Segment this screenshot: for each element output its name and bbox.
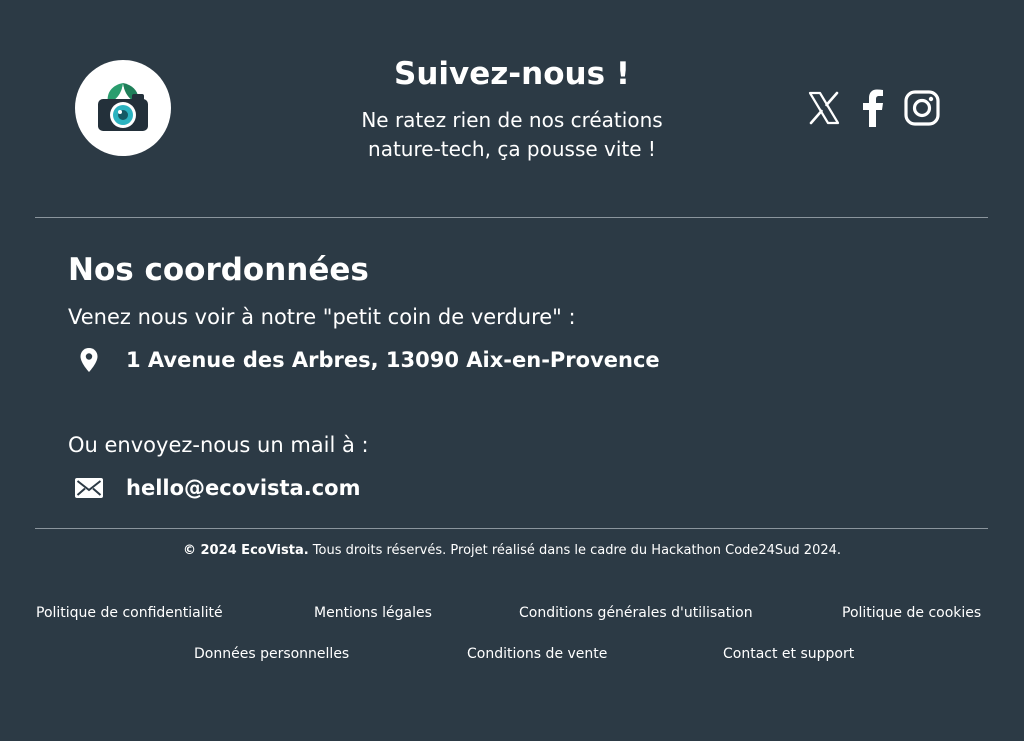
follow-section: Suivez-nous ! Ne ratez rien de nos créat…	[292, 52, 732, 164]
x-twitter-icon[interactable]	[804, 88, 844, 128]
logo-graphic	[98, 83, 148, 131]
link-contact-support[interactable]: Contact et support	[723, 644, 854, 664]
address-row: 1 Avenue des Arbres, 13090 Aix-en-Proven…	[74, 345, 660, 375]
email-row: hello@ecovista.com	[74, 473, 360, 503]
follow-title: Suivez-nous !	[394, 56, 630, 92]
instagram-icon[interactable]	[902, 88, 942, 128]
link-privacy-policy[interactable]: Politique de confidentialité	[36, 603, 223, 623]
email-link[interactable]: hello@ecovista.com	[126, 473, 360, 503]
location-pin-icon	[74, 345, 104, 375]
eco-camera-logo-icon[interactable]	[75, 60, 171, 156]
contact-title: Nos coordonnées	[68, 252, 369, 288]
facebook-icon[interactable]	[853, 88, 893, 128]
top-divider	[35, 217, 988, 218]
mail-intro: Ou envoyez-nous un mail à :	[68, 433, 369, 457]
link-terms-of-sale[interactable]: Conditions de vente	[467, 644, 607, 664]
copyright-brand: © 2024 EcoVista.	[182, 543, 309, 558]
bottom-divider	[35, 528, 988, 529]
mail-icon	[74, 473, 104, 503]
link-cookie-policy[interactable]: Politique de cookies	[842, 603, 981, 623]
social-links	[804, 88, 951, 128]
link-personal-data[interactable]: Données personnelles	[194, 644, 349, 664]
copyright-text: Tous droits réservés. Projet réalisé dan…	[308, 543, 842, 558]
link-terms-of-use[interactable]: Conditions générales d'utilisation	[519, 603, 753, 623]
link-legal-notice[interactable]: Mentions légales	[314, 603, 432, 623]
address-intro: Venez nous voir à notre "petit coin de v…	[68, 305, 576, 329]
copyright: © 2024 EcoVista. Tous droits réservés. P…	[0, 541, 1024, 561]
follow-subtitle: Ne ratez rien de nos créations nature-te…	[361, 108, 663, 161]
address-text: 1 Avenue des Arbres, 13090 Aix-en-Proven…	[126, 348, 660, 372]
